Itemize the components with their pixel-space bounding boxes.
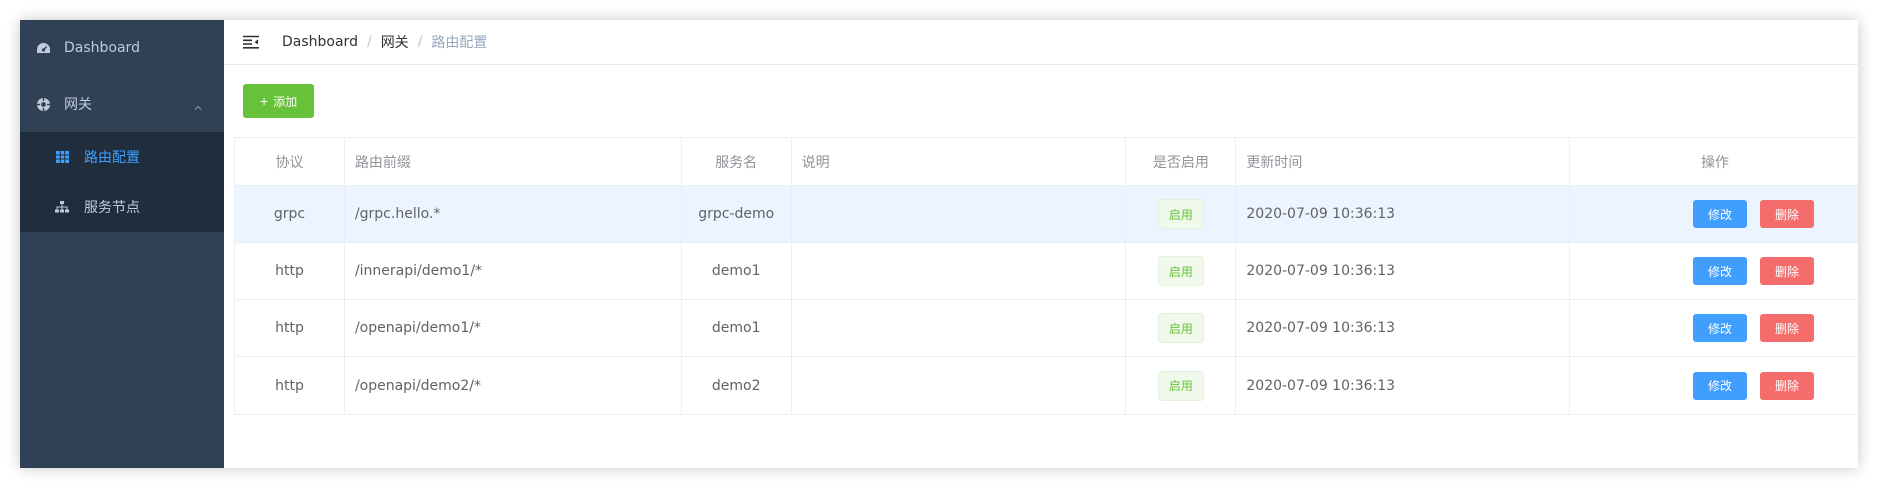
menu-fold-icon[interactable] bbox=[242, 33, 260, 51]
edit-button[interactable]: 修改 bbox=[1692, 314, 1747, 342]
sidebar-item-gateway[interactable]: 网关 bbox=[20, 76, 224, 132]
table-row[interactable]: http /openapi/demo1/* demo1 启用 2020-07-0… bbox=[235, 300, 1858, 357]
cell-protocol: http bbox=[235, 243, 345, 299]
cell-enabled: 启用 bbox=[1126, 300, 1237, 356]
column-header-prefix: 路由前缀 bbox=[345, 138, 682, 185]
table-row[interactable]: http /innerapi/demo1/* demo1 启用 2020-07-… bbox=[235, 243, 1858, 300]
cell-prefix: /openapi/demo2/* bbox=[345, 357, 682, 414]
sidebar-item-dashboard[interactable]: Dashboard bbox=[20, 20, 224, 76]
sidebar-item-label: 服务节点 bbox=[84, 200, 140, 216]
cell-protocol: grpc bbox=[235, 186, 345, 242]
cell-protocol: http bbox=[235, 300, 345, 356]
column-header-enabled: 是否启用 bbox=[1126, 138, 1237, 185]
add-button-label: 添加 bbox=[273, 94, 298, 109]
delete-button[interactable]: 删除 bbox=[1759, 314, 1814, 342]
breadcrumb-item[interactable]: 网关 bbox=[381, 32, 409, 52]
cell-service: demo2 bbox=[682, 357, 792, 414]
status-badge: 启用 bbox=[1157, 199, 1204, 229]
table-row[interactable]: http /openapi/demo2/* demo2 启用 2020-07-0… bbox=[235, 357, 1858, 414]
sidebar-item-label: 网关 bbox=[64, 97, 92, 113]
table-row[interactable]: grpc /grpc.hello.* grpc-demo 启用 2020-07-… bbox=[235, 186, 1858, 243]
breadcrumb: Dashboard / 网关 / 路由配置 bbox=[282, 32, 488, 52]
cell-protocol: http bbox=[235, 357, 345, 414]
cell-enabled: 启用 bbox=[1126, 243, 1237, 299]
sitemap-icon bbox=[54, 199, 70, 215]
cell-service: grpc-demo bbox=[682, 186, 792, 242]
cell-actions: 修改 删除 bbox=[1570, 243, 1858, 299]
column-header-desc: 说明 bbox=[792, 138, 1127, 185]
cell-updated: 2020-07-09 10:36:13 bbox=[1236, 243, 1571, 299]
table-header: 协议 路由前缀 服务名 说明 是否启用 更新时间 操作 bbox=[235, 138, 1858, 186]
cell-enabled: 启用 bbox=[1126, 186, 1237, 242]
cell-updated: 2020-07-09 10:36:13 bbox=[1236, 186, 1571, 242]
breadcrumb-item-current: 路由配置 bbox=[431, 35, 488, 51]
cell-service: demo1 bbox=[682, 300, 792, 356]
edit-button[interactable]: 修改 bbox=[1692, 257, 1747, 285]
status-badge: 启用 bbox=[1157, 256, 1204, 286]
sidebar: Dashboard 网关 路由配置 服务节点 bbox=[20, 20, 224, 468]
cell-desc bbox=[792, 357, 1127, 414]
cell-enabled: 启用 bbox=[1126, 357, 1237, 414]
grid-icon bbox=[54, 149, 70, 165]
column-header-updated: 更新时间 bbox=[1236, 138, 1571, 185]
dashboard-icon bbox=[34, 39, 52, 57]
column-header-actions: 操作 bbox=[1701, 154, 1730, 171]
app-window: Dashboard 网关 路由配置 服务节点 Dashboard / 网关 / … bbox=[20, 20, 1858, 468]
plus-icon: + bbox=[260, 93, 269, 109]
sidebar-item-label: Dashboard bbox=[64, 40, 140, 56]
cell-actions: 修改 删除 bbox=[1570, 357, 1858, 414]
cell-actions: 修改 删除 bbox=[1570, 300, 1858, 356]
edit-button[interactable]: 修改 bbox=[1692, 371, 1747, 400]
add-button[interactable]: + 添加 bbox=[243, 84, 315, 118]
cell-desc bbox=[792, 243, 1127, 299]
status-badge: 启用 bbox=[1157, 313, 1204, 343]
cell-prefix: /grpc.hello.* bbox=[345, 186, 682, 242]
sidebar-item-route-config[interactable]: 路由配置 bbox=[20, 132, 224, 182]
column-header-protocol: 协议 bbox=[235, 138, 345, 185]
chevron-up-icon bbox=[194, 100, 202, 110]
main-panel: Dashboard / 网关 / 路由配置 + 添加 协议 路由前缀 服务名 说… bbox=[224, 20, 1858, 468]
cell-prefix: /openapi/demo1/* bbox=[345, 300, 682, 356]
navbar: Dashboard / 网关 / 路由配置 bbox=[224, 20, 1858, 65]
cell-actions: 修改 删除 bbox=[1570, 186, 1858, 242]
delete-button[interactable]: 删除 bbox=[1759, 200, 1814, 228]
breadcrumb-item[interactable]: Dashboard bbox=[282, 34, 358, 50]
delete-button[interactable]: 删除 bbox=[1759, 257, 1814, 285]
status-badge: 启用 bbox=[1157, 370, 1204, 401]
submenu-gateway: 路由配置 服务节点 bbox=[20, 132, 224, 232]
cell-updated: 2020-07-09 10:36:13 bbox=[1236, 300, 1571, 356]
cell-updated: 2020-07-09 10:36:13 bbox=[1236, 357, 1571, 414]
page-content: + 添加 协议 路由前缀 服务名 说明 是否启用 更新时间 操作 grpc /g… bbox=[224, 65, 1858, 415]
route-table: 协议 路由前缀 服务名 说明 是否启用 更新时间 操作 grpc /grpc.h… bbox=[234, 137, 1858, 415]
sidebar-item-service-node[interactable]: 服务节点 bbox=[20, 182, 224, 232]
cell-desc bbox=[792, 300, 1127, 356]
column-header-service: 服务名 bbox=[682, 138, 792, 185]
delete-button[interactable]: 删除 bbox=[1759, 371, 1814, 400]
sidebar-item-label: 路由配置 bbox=[84, 150, 140, 166]
edit-button[interactable]: 修改 bbox=[1692, 200, 1747, 228]
cell-desc bbox=[792, 186, 1127, 242]
cell-prefix: /innerapi/demo1/* bbox=[345, 243, 682, 299]
cell-service: demo1 bbox=[682, 243, 792, 299]
compass-icon bbox=[34, 95, 52, 113]
